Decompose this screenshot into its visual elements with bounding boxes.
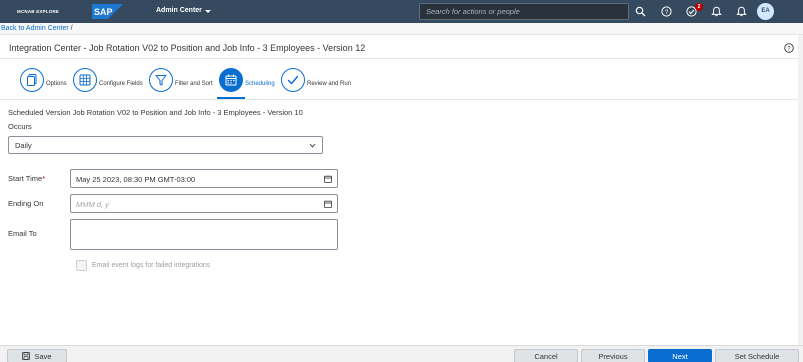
previous-button-label: Previous [598, 351, 628, 361]
breadcrumb-separator: / [68, 25, 73, 32]
wizard-step-options[interactable]: Options [20, 67, 67, 93]
svg-text:?: ? [665, 9, 669, 16]
grid-icon [79, 74, 91, 86]
svg-text:?: ? [787, 46, 791, 52]
wizard-step-label: Options [46, 81, 67, 87]
next-button-label: Next [672, 351, 688, 361]
save-icon [22, 352, 31, 360]
wizard-divider [0, 99, 798, 100]
ending-on-picker[interactable] [70, 194, 338, 213]
shell-bar: MCNAB EXPLORE SAP Admin Center ? 2 EA [0, 0, 803, 23]
email-to-textarea[interactable] [71, 220, 337, 249]
avatar[interactable]: EA [757, 3, 774, 20]
wizard-step-label: Filter and Sort [175, 81, 213, 87]
start-time-label: Start Time* [8, 174, 46, 183]
back-to-admin-center-link[interactable]: Back to Admin Center [1, 25, 69, 32]
help-icon[interactable]: ? [661, 6, 672, 17]
occurs-selected-value: Daily [15, 141, 32, 150]
calendar-icon[interactable] [324, 200, 332, 208]
wizard-step-configure-fields[interactable]: Configure Fields [73, 67, 143, 93]
breadcrumb: Back to Admin Center / [0, 23, 803, 35]
document-icon [27, 74, 37, 86]
wizard-step-filter-and-sort[interactable]: Filter and Sort [149, 67, 213, 93]
svg-text:SAP: SAP [94, 7, 113, 17]
footer-toolbar: Save Cancel Previous Next Set Schedule [0, 345, 803, 362]
start-time-input[interactable] [76, 173, 316, 185]
company-brand: MCNAB EXPLORE [17, 9, 60, 14]
required-indicator: * [42, 174, 46, 183]
calendar-icon[interactable] [324, 175, 332, 183]
cancel-button[interactable]: Cancel [514, 349, 578, 362]
checkmark-icon [287, 75, 299, 85]
save-button[interactable]: Save [7, 349, 67, 362]
scheduled-version-title: Scheduled Version Job Rotation V02 to Po… [8, 108, 303, 117]
email-to-label: Email To [8, 229, 37, 238]
sap-logo[interactable]: SAP [92, 4, 123, 19]
wizard-progress: Options Configure Fields Filter and Sort… [0, 59, 798, 99]
occurs-label: Occurs [8, 122, 32, 131]
caret-down-icon [204, 9, 211, 13]
wizard-step-label: Configure Fields [99, 81, 143, 87]
wizard-step-scheduling[interactable]: Scheduling [219, 67, 275, 93]
notification-count-badge: 2 [695, 3, 703, 11]
vertical-scrollbar[interactable] [798, 35, 803, 345]
email-event-logs-option: Email event logs for failed integrations [76, 260, 210, 271]
email-to-field[interactable] [70, 219, 338, 250]
chevron-down-icon [309, 143, 316, 148]
wizard-step-label: Scheduling [245, 81, 275, 87]
set-schedule-button[interactable]: Set Schedule [715, 349, 799, 362]
bell-icon[interactable] [736, 6, 747, 17]
search-icon[interactable] [635, 6, 646, 17]
save-button-label: Save [34, 351, 52, 361]
wizard-step-label: Review and Run [307, 81, 352, 87]
calendar-icon [225, 74, 237, 86]
search-box[interactable] [419, 3, 629, 20]
app-title-menu[interactable]: Admin Center [156, 7, 211, 14]
filter-icon [155, 75, 167, 86]
page-title: Integration Center - Job Rotation V02 to… [9, 43, 366, 53]
set-schedule-button-label: Set Schedule [734, 351, 780, 361]
email-event-logs-label: Email event logs for failed integrations [92, 262, 211, 269]
ending-on-input[interactable] [76, 198, 316, 210]
app-title: Admin Center [156, 7, 202, 14]
search-input[interactable] [420, 4, 628, 19]
occurs-select[interactable]: Daily [8, 136, 323, 154]
start-time-picker[interactable] [70, 169, 338, 188]
previous-button[interactable]: Previous [581, 349, 645, 362]
cancel-button-label: Cancel [534, 351, 558, 361]
page-help-icon[interactable]: ? [784, 43, 794, 53]
notifications-bell-icon[interactable] [711, 6, 722, 17]
email-event-logs-checkbox[interactable] [76, 260, 87, 271]
ending-on-label: Ending On [8, 199, 44, 208]
wizard-step-review-and-run[interactable]: Review and Run [281, 67, 351, 93]
next-button[interactable]: Next [648, 349, 712, 362]
